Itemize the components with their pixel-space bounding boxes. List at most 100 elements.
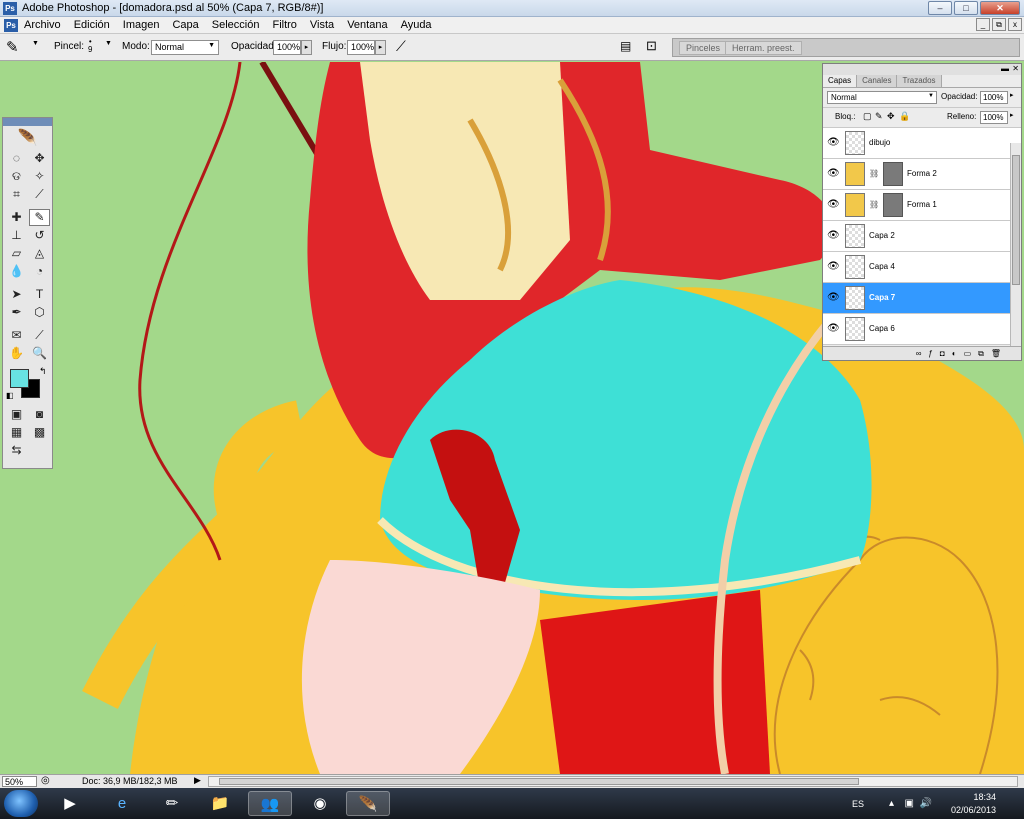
link-chain-icon[interactable]: ⛓ <box>869 200 879 209</box>
lock-transparency-icon[interactable]: ▢ <box>863 111 872 122</box>
clone-stamp-tool-icon[interactable]: ⊥ <box>6 227 27 244</box>
shape-tool-icon[interactable]: ⬡ <box>29 304 50 321</box>
add-mask-icon[interactable]: ◘ <box>940 347 945 360</box>
opacity-slider-arrow[interactable]: ▸ <box>301 40 312 55</box>
navigator-icon[interactable]: ◎ <box>41 775 50 786</box>
layer-row[interactable]: 👁 Capa 2 <box>823 221 1021 252</box>
hand-tool-icon[interactable]: ✋ <box>6 345 27 362</box>
pen-tool-icon[interactable]: ✒ <box>6 304 27 321</box>
airbrush-icon[interactable]: ⟋ <box>396 38 406 55</box>
fill-arrow[interactable]: ▸ <box>1010 111 1014 119</box>
menu-ayuda[interactable]: Ayuda <box>401 19 432 31</box>
full-screen-mode-icon[interactable]: ▩ <box>29 424 50 441</box>
layer-style-icon[interactable]: ƒ <box>928 347 932 360</box>
visibility-eye-icon[interactable]: 👁 <box>827 292 840 304</box>
tab-pinceles[interactable]: Pinceles <box>679 41 728 55</box>
clock-time[interactable]: 18:34 <box>973 792 996 802</box>
swap-colors-icon[interactable]: ↰ <box>39 366 47 377</box>
layer-opacity-input[interactable]: 100% <box>980 91 1008 104</box>
delete-layer-icon[interactable]: 🗑 <box>991 347 1001 360</box>
visibility-eye-icon[interactable]: 👁 <box>827 230 840 242</box>
flow-slider-arrow[interactable]: ▸ <box>375 40 386 55</box>
magic-wand-tool-icon[interactable]: ✧ <box>29 168 50 185</box>
tab-herram-preest[interactable]: Herram. preest. <box>725 41 802 55</box>
layer-row[interactable]: 👁 Capa 6 <box>823 314 1021 345</box>
dodge-tool-icon[interactable]: ◔ <box>29 263 50 280</box>
imageready-jump-icon[interactable]: ⇆ <box>6 442 27 459</box>
volume-icon[interactable]: 🔊 <box>920 798 932 809</box>
menu-archivo[interactable]: Archivo <box>24 19 61 31</box>
lock-all-icon[interactable]: 🔒 <box>899 111 910 122</box>
notes-tool-icon[interactable]: ✉ <box>6 327 27 344</box>
marquee-tool-icon[interactable]: ◌ <box>6 150 27 167</box>
visibility-eye-icon[interactable]: 👁 <box>827 261 840 273</box>
tab-capas[interactable]: Capas <box>823 75 858 87</box>
horizontal-scrollbar[interactable] <box>208 776 1018 787</box>
sai-paint-icon[interactable]: ✏ <box>150 791 194 816</box>
tab-trazados[interactable]: Trazados <box>897 75 942 87</box>
lock-position-icon[interactable]: ✥ <box>887 111 895 122</box>
visibility-eye-icon[interactable]: 👁 <box>827 199 840 211</box>
fill-input[interactable]: 100% <box>980 111 1008 124</box>
palette-minimize-icon[interactable]: ▬ <box>1001 64 1009 73</box>
new-adjustment-layer-icon[interactable]: ◐ <box>952 347 957 360</box>
minimize-button[interactable]: – <box>928 1 952 15</box>
opacity-input[interactable]: 100% <box>273 40 301 55</box>
palette-close-icon[interactable]: ✕ <box>1012 64 1019 73</box>
layers-palette-titlebar[interactable]: ▬ ✕ <box>823 64 1021 75</box>
layer-row[interactable]: 👁 Capa 4 <box>823 252 1021 283</box>
brush-preset-icon[interactable]: ✎ <box>6 38 19 56</box>
doc-restore-button[interactable]: ⧉ <box>992 18 1006 31</box>
status-menu-arrow-icon[interactable]: ▶ <box>194 775 201 786</box>
menu-seleccion[interactable]: Selección <box>212 19 260 31</box>
eyedropper-tool-icon[interactable]: ⟋ <box>29 327 50 344</box>
zoom-tool-icon[interactable]: 🔍 <box>29 345 50 362</box>
start-button[interactable] <box>4 790 38 817</box>
menu-vista[interactable]: Vista <box>310 19 334 31</box>
screen-mode-icon[interactable]: ▦ <box>6 424 27 441</box>
tab-canales[interactable]: Canales <box>857 75 898 87</box>
brush-tool-icon[interactable]: ✎ <box>29 209 50 226</box>
new-layer-icon[interactable]: ⧉ <box>978 347 984 360</box>
photoshop-taskbar-icon[interactable]: 🪶 <box>346 791 390 816</box>
layer-row-selected[interactable]: 👁 Capa 7 <box>823 283 1021 314</box>
move-tool-icon[interactable]: ✥ <box>29 150 50 167</box>
internet-explorer-icon[interactable]: e <box>100 791 144 816</box>
tools-palette-header[interactable] <box>3 118 52 126</box>
file-browser-icon[interactable]: ⊡ <box>646 38 657 54</box>
history-brush-tool-icon[interactable]: ↺ <box>29 227 50 244</box>
lasso-tool-icon[interactable]: ଡ <box>6 168 27 185</box>
menu-ventana[interactable]: Ventana <box>347 19 387 31</box>
standard-mode-icon[interactable]: ▣ <box>6 406 27 423</box>
feather-logo-icon[interactable]: 🪶 <box>3 126 52 150</box>
network-icon[interactable]: ▣ <box>905 798 914 809</box>
photoshop-menu-icon[interactable]: Ps <box>4 19 18 32</box>
layer-row[interactable]: 👁 ⛓ Forma 2 <box>823 159 1021 190</box>
type-tool-icon[interactable]: T <box>29 286 50 303</box>
menu-capa[interactable]: Capa <box>172 19 198 31</box>
healing-brush-tool-icon[interactable]: ✚ <box>6 209 27 226</box>
menu-filtro[interactable]: Filtro <box>272 19 296 31</box>
default-colors-icon[interactable]: ◧ <box>6 391 14 400</box>
doc-minimize-button[interactable]: _ <box>976 18 990 31</box>
menu-edicion[interactable]: Edición <box>74 19 110 31</box>
visibility-eye-icon[interactable]: 👁 <box>827 323 840 335</box>
link-chain-icon[interactable]: ⛓ <box>869 169 879 178</box>
blend-mode-select[interactable]: Normal ▼ <box>827 91 937 104</box>
zoom-field[interactable]: 50% <box>2 776 37 787</box>
tray-expand-icon[interactable]: ▴ <box>889 798 894 809</box>
new-group-icon[interactable]: ▭ <box>964 347 972 360</box>
media-player-icon[interactable]: ▶ <box>48 791 92 816</box>
menu-imagen[interactable]: Imagen <box>123 19 160 31</box>
layer-row[interactable]: 👁 ⛓ Forma 1 <box>823 190 1021 221</box>
flow-input[interactable]: 100% <box>347 40 375 55</box>
close-button[interactable]: ✕ <box>980 1 1020 15</box>
path-selection-tool-icon[interactable]: ➤ <box>6 286 27 303</box>
layer-row[interactable]: 👁 dibujo <box>823 128 1021 159</box>
blur-tool-icon[interactable]: 💧 <box>6 263 27 280</box>
layers-scrollbar[interactable] <box>1010 143 1021 348</box>
slice-tool-icon[interactable]: ⟋ <box>29 186 50 203</box>
crop-tool-icon[interactable]: ⌗ <box>6 186 27 203</box>
brush-picker-arrow-icon[interactable]: ▼ <box>105 40 112 47</box>
maximize-button[interactable]: □ <box>954 1 978 15</box>
